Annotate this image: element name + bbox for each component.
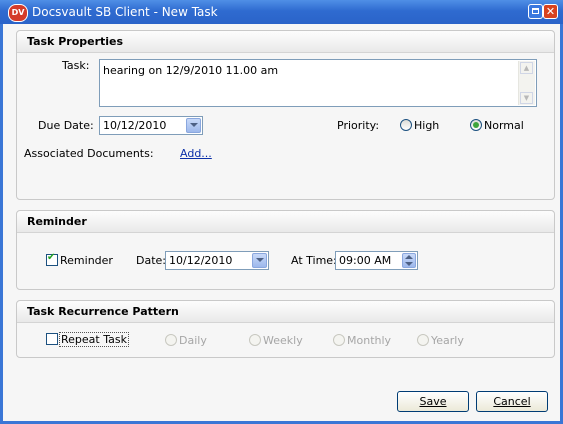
- task-properties-heading: Task Properties: [17, 31, 554, 53]
- spinner-arrows-icon[interactable]: [402, 253, 416, 268]
- reminder-time-spinner[interactable]: 09:00 AM: [335, 251, 418, 270]
- maximize-button[interactable]: [528, 4, 543, 19]
- recurrence-daily-radio[interactable]: [165, 334, 177, 346]
- title-bar[interactable]: DV Docsvault SB Client - New Task ✕: [0, 0, 563, 24]
- repeat-task-label[interactable]: Repeat Task: [59, 332, 129, 347]
- window-title: Docsvault SB Client - New Task: [32, 5, 218, 19]
- dialog-window: DV Docsvault SB Client - New Task ✕ Task…: [0, 0, 563, 424]
- task-scrollbar[interactable]: ▲ ▼: [518, 61, 535, 105]
- save-button[interactable]: Save: [397, 391, 469, 412]
- dialog-client-area: Task Properties Task: hearing on 12/9/20…: [3, 24, 560, 421]
- scroll-down-icon[interactable]: ▼: [520, 92, 533, 104]
- recurrence-daily-label[interactable]: Daily: [179, 334, 207, 347]
- reminder-date-label: Date:: [136, 254, 166, 267]
- priority-normal-radio[interactable]: [470, 119, 482, 131]
- scroll-up-icon[interactable]: ▲: [520, 62, 533, 74]
- add-documents-link[interactable]: Add...: [180, 147, 212, 160]
- task-properties-group: Task Properties Task: hearing on 12/9/20…: [16, 30, 555, 200]
- reminder-group: Reminder Reminder Date: 10/12/2010 At Ti…: [16, 210, 555, 290]
- priority-normal-label[interactable]: Normal: [484, 119, 524, 132]
- recurrence-heading: Task Recurrence Pattern: [17, 301, 554, 323]
- task-label: Task:: [62, 59, 90, 72]
- chevron-down-icon[interactable]: [186, 118, 201, 133]
- close-button[interactable]: ✕: [543, 4, 558, 19]
- cancel-button-label: Cancel: [493, 395, 531, 408]
- recurrence-weekly-radio[interactable]: [249, 334, 261, 346]
- task-textarea[interactable]: hearing on 12/9/2010 11.00 am ▲ ▼: [99, 59, 537, 107]
- priority-high-label[interactable]: High: [414, 119, 439, 132]
- recurrence-monthly-label[interactable]: Monthly: [347, 334, 391, 347]
- recurrence-group: Task Recurrence Pattern Repeat Task Dail…: [16, 300, 555, 358]
- associated-documents-label: Associated Documents:: [24, 147, 154, 160]
- save-button-label: Save: [419, 395, 447, 408]
- cancel-button[interactable]: Cancel: [476, 391, 548, 412]
- docsvault-app-icon: DV: [8, 4, 28, 22]
- reminder-checkbox[interactable]: [46, 252, 58, 266]
- reminder-heading: Reminder: [17, 211, 554, 233]
- reminder-time-value: 09:00 AM: [339, 254, 392, 267]
- reminder-date-picker[interactable]: 10/12/2010: [165, 251, 269, 270]
- reminder-checkbox-label[interactable]: Reminder: [60, 254, 113, 267]
- task-text: hearing on 12/9/2010 11.00 am: [103, 64, 279, 77]
- chevron-down-icon[interactable]: [252, 253, 267, 268]
- due-date-picker[interactable]: 10/12/2010: [99, 116, 203, 135]
- reminder-time-label: At Time:: [291, 254, 337, 267]
- recurrence-weekly-label[interactable]: Weekly: [263, 334, 303, 347]
- repeat-task-checkbox[interactable]: [46, 333, 58, 345]
- recurrence-yearly-label[interactable]: Yearly: [431, 334, 464, 347]
- recurrence-yearly-radio[interactable]: [417, 334, 429, 346]
- recurrence-monthly-radio[interactable]: [333, 334, 345, 346]
- priority-high-radio[interactable]: [400, 119, 412, 131]
- reminder-date-value: 10/12/2010: [169, 254, 233, 267]
- due-date-value: 10/12/2010: [103, 119, 167, 132]
- due-date-label: Due Date:: [38, 119, 94, 132]
- priority-label: Priority:: [337, 119, 380, 132]
- close-icon: ✕: [545, 5, 556, 18]
